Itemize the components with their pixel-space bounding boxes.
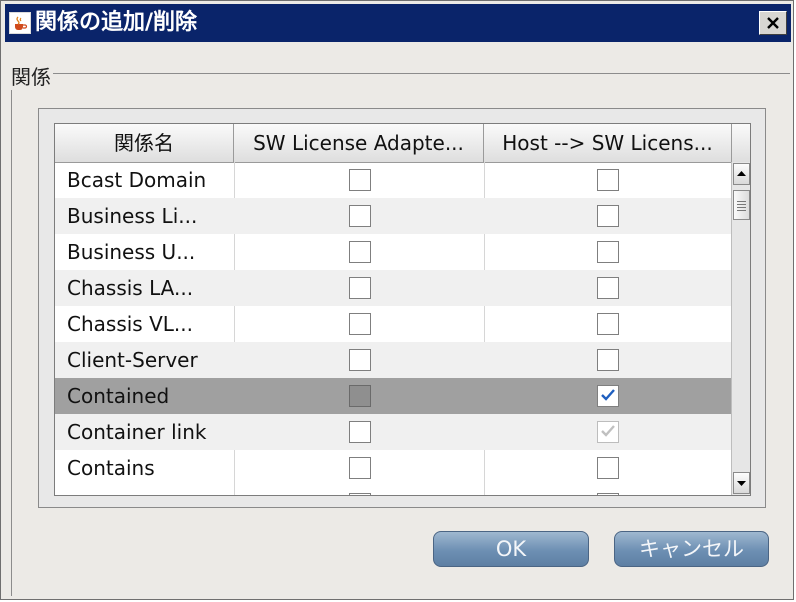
row-name: Contained	[67, 384, 170, 408]
group-label: 関係	[9, 61, 53, 90]
row-name: Business U...	[67, 240, 196, 264]
dialog-title: 関係の追加/削除	[35, 10, 198, 35]
sw-license-adapter-checkbox[interactable]	[349, 421, 371, 443]
sw-license-adapter-checkbox[interactable]	[349, 349, 371, 371]
column-header-sw-license-adapter[interactable]: SW License Adapte...	[234, 124, 484, 162]
row-name: Chassis LA...	[67, 276, 194, 300]
table-row[interactable]: Chassis VL...	[55, 306, 731, 342]
row-checkbox-partial[interactable]	[597, 493, 619, 495]
cancel-button[interactable]: キャンセル	[614, 531, 769, 567]
table-row[interactable]: Container link	[55, 414, 731, 450]
table-row[interactable]: Contains	[55, 450, 731, 486]
table-row[interactable]: Contained	[55, 378, 731, 414]
row-name: Bcast Domain	[67, 168, 207, 192]
row-name: Contains	[67, 456, 155, 480]
java-cup-icon	[9, 12, 31, 34]
ok-button[interactable]: OK	[433, 531, 589, 567]
close-icon	[767, 17, 779, 29]
column-header-name[interactable]: 関係名	[55, 124, 234, 162]
row-name: Client-Server	[67, 348, 198, 372]
row-name: Chassis VL...	[67, 312, 193, 336]
host-sw-license-checkbox[interactable]	[597, 277, 619, 299]
sw-license-adapter-checkbox[interactable]	[349, 313, 371, 335]
title-bar[interactable]: 関係の追加/削除	[5, 4, 791, 42]
table-row[interactable]: Business U...	[55, 234, 731, 270]
host-sw-license-checkbox[interactable]	[597, 205, 619, 227]
row-name: Container link	[67, 420, 207, 444]
host-sw-license-checkbox[interactable]	[597, 385, 619, 407]
sw-license-adapter-checkbox[interactable]	[349, 457, 371, 479]
table-row[interactable]: Chassis LA...	[55, 270, 731, 306]
row-checkbox-partial[interactable]	[349, 493, 371, 495]
row-name: Business Li...	[67, 204, 198, 228]
scroll-thumb[interactable]	[733, 190, 750, 220]
host-sw-license-checkbox[interactable]	[597, 169, 619, 191]
scroll-up-button[interactable]	[733, 163, 750, 185]
sw-license-adapter-checkbox[interactable]	[349, 385, 371, 407]
host-sw-license-checkbox[interactable]	[597, 313, 619, 335]
sw-license-adapter-checkbox[interactable]	[349, 169, 371, 191]
table-header: 関係名 SW License Adapte... Host --> SW Lic…	[55, 124, 750, 163]
arrow-up-icon	[737, 171, 746, 176]
vertical-scrollbar[interactable]	[731, 162, 750, 495]
host-sw-license-checkbox	[597, 421, 619, 443]
relationship-table: 関係名 SW License Adapte... Host --> SW Lic…	[54, 123, 751, 496]
column-header-host-sw-license[interactable]: Host --> SW Licens...	[484, 124, 732, 162]
host-sw-license-checkbox[interactable]	[597, 241, 619, 263]
sw-license-adapter-checkbox[interactable]	[349, 205, 371, 227]
host-sw-license-checkbox[interactable]	[597, 349, 619, 371]
sw-license-adapter-checkbox[interactable]	[349, 277, 371, 299]
table-row[interactable]: Bcast Domain	[55, 162, 731, 198]
dialog-window: 関係の追加/削除 関係 関係名 SW License Adapte... Hos…	[0, 0, 794, 600]
table-frame: 関係名 SW License Adapte... Host --> SW Lic…	[38, 108, 766, 508]
arrow-down-icon	[737, 481, 746, 486]
scroll-down-button[interactable]	[733, 472, 750, 494]
table-row-partial[interactable]	[55, 486, 731, 495]
sw-license-adapter-checkbox[interactable]	[349, 241, 371, 263]
table-row[interactable]: Business Li...	[55, 198, 731, 234]
close-button[interactable]	[759, 11, 787, 35]
table-row[interactable]: Client-Server	[55, 342, 731, 378]
host-sw-license-checkbox[interactable]	[597, 457, 619, 479]
